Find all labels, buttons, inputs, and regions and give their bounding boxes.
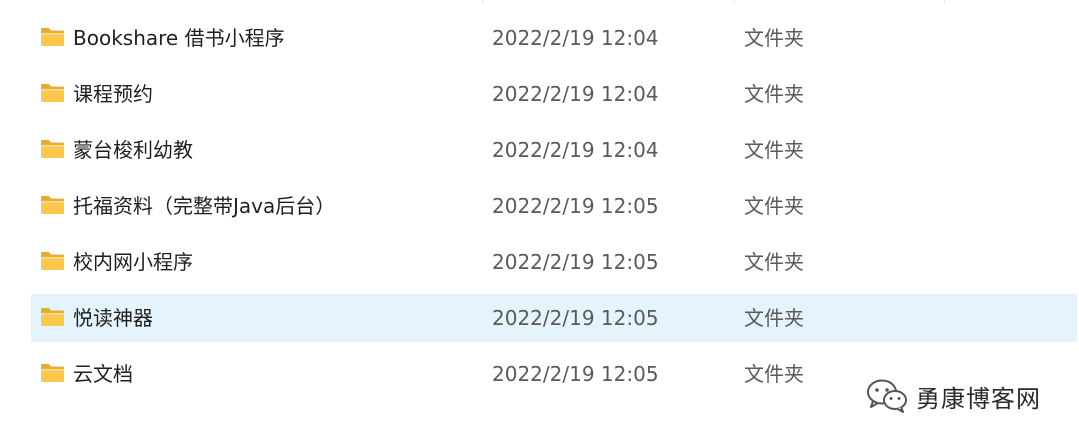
modified-date: 2022/2/19 12:04	[492, 138, 659, 162]
folder-row-selected[interactable]: 悦读神器 2022/2/19 12:05 文件夹	[31, 294, 1077, 342]
file-type: 文件夹	[744, 26, 804, 50]
folder-icon	[41, 308, 64, 326]
folder-row[interactable]: Bookshare 借书小程序 2022/2/19 12:04 文件夹	[31, 14, 1077, 62]
folder-icon	[41, 84, 64, 102]
folder-name: 课程预约	[73, 82, 153, 106]
file-type: 文件夹	[744, 138, 804, 162]
file-type: 文件夹	[744, 194, 804, 218]
folder-icon	[41, 252, 64, 270]
folder-icon	[41, 140, 64, 158]
folder-row[interactable]: 课程预约 2022/2/19 12:04 文件夹	[31, 70, 1077, 118]
folder-icon	[41, 28, 64, 46]
modified-date: 2022/2/19 12:05	[492, 250, 659, 274]
folder-name: 蒙台梭利幼教	[73, 138, 193, 162]
modified-date: 2022/2/19 12:04	[492, 26, 659, 50]
file-type: 文件夹	[744, 82, 804, 106]
modified-date: 2022/2/19 12:05	[492, 306, 659, 330]
folder-row[interactable]: 蒙台梭利幼教 2022/2/19 12:04 文件夹	[31, 126, 1077, 174]
file-list: Bookshare 借书小程序 2022/2/19 12:04 文件夹 课程预约…	[0, 0, 1079, 441]
file-type: 文件夹	[744, 250, 804, 274]
modified-date: 2022/2/19 12:04	[492, 82, 659, 106]
file-type: 文件夹	[744, 306, 804, 330]
folder-row[interactable]: 校内网小程序 2022/2/19 12:05 文件夹	[31, 238, 1077, 286]
folder-row[interactable]: 托福资料（完整带Java后台） 2022/2/19 12:05 文件夹	[31, 182, 1077, 230]
folder-name: 校内网小程序	[73, 250, 193, 274]
folder-name: 托福资料（完整带Java后台）	[73, 194, 336, 218]
folder-name: 悦读神器	[73, 306, 153, 330]
folder-icon	[41, 196, 64, 214]
watermark: 勇康博客网	[866, 376, 1041, 416]
folder-name: 云文档	[73, 362, 133, 386]
modified-date: 2022/2/19 12:05	[492, 194, 659, 218]
watermark-text: 勇康博客网	[916, 384, 1041, 413]
folder-name: Bookshare 借书小程序	[73, 26, 285, 50]
modified-date: 2022/2/19 12:05	[492, 362, 659, 386]
folder-icon	[41, 364, 64, 382]
wechat-icon	[867, 379, 907, 413]
file-type: 文件夹	[744, 362, 804, 386]
